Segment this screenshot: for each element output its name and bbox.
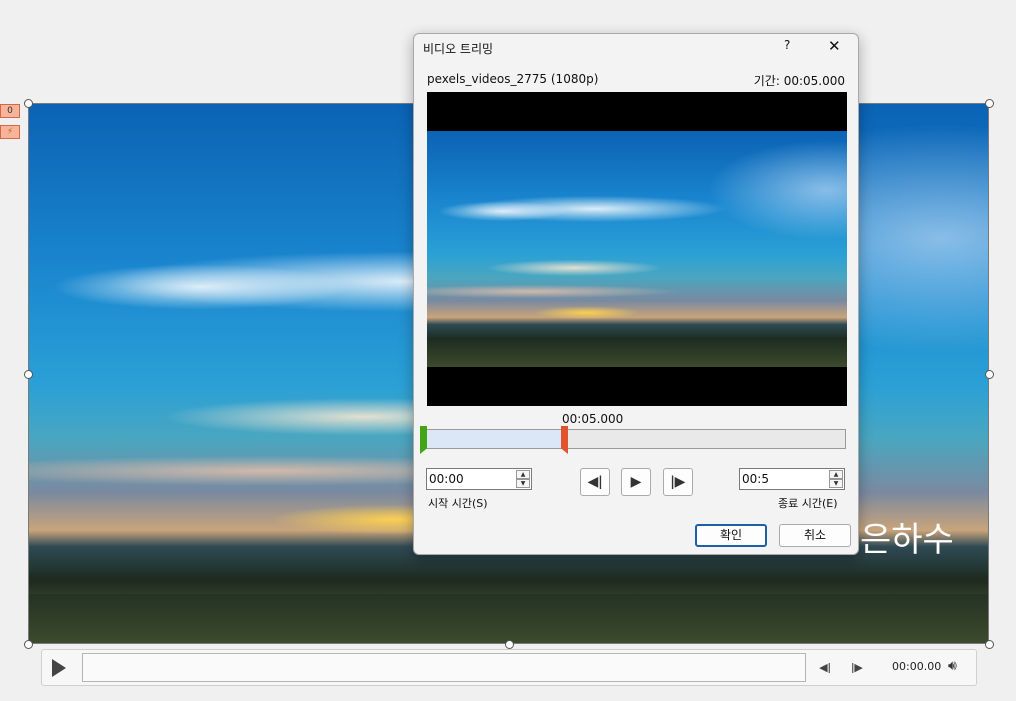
start-time-label: 시작 시간(S) xyxy=(428,497,488,510)
start-time-input[interactable] xyxy=(429,470,513,488)
cancel-button[interactable]: 취소 xyxy=(779,524,851,547)
resize-handle-top-left[interactable] xyxy=(24,99,33,108)
media-player-bar: ◀ǀ ǀ▶ 00:00.00 🔊︎ xyxy=(41,649,977,686)
preview-frame xyxy=(427,131,847,367)
resize-handle-bottom-right[interactable] xyxy=(985,640,994,649)
resize-handle-middle-right[interactable] xyxy=(985,370,994,379)
trigger-tag[interactable]: ⚡ xyxy=(0,125,20,139)
end-time-spin[interactable]: ▲ ▼ xyxy=(829,470,843,488)
slide-overlay-text: 은하수 xyxy=(860,520,954,560)
media-progress-track[interactable] xyxy=(82,653,806,682)
scrub-time: 00:05.000 xyxy=(562,412,624,426)
horizon-treeline xyxy=(28,572,989,594)
start-marker-handle[interactable] xyxy=(420,426,427,454)
start-time-stepper[interactable]: ▲ ▼ xyxy=(426,468,532,490)
player-time: 00:00.00 xyxy=(892,660,942,673)
next-frame-button[interactable]: ǀ▶ xyxy=(663,468,693,496)
video-trim-dialog: 비디오 트리밍 ? ✕ pexels_videos_2775 (1080p) 기… xyxy=(413,33,859,555)
resize-handle-top-right[interactable] xyxy=(985,99,994,108)
step-back-icon[interactable]: ◀ǀ xyxy=(816,659,834,677)
play-button[interactable]: ▶ xyxy=(621,468,651,496)
resize-handle-bottom-left[interactable] xyxy=(24,640,33,649)
spin-down-icon[interactable]: ▼ xyxy=(516,479,530,488)
spin-up-icon[interactable]: ▲ xyxy=(516,470,530,479)
end-time-label: 종료 시간(E) xyxy=(778,497,838,510)
spin-up-icon[interactable]: ▲ xyxy=(829,470,843,479)
resize-handle-bottom-center[interactable] xyxy=(505,640,514,649)
end-marker-handle[interactable] xyxy=(561,426,568,454)
step-forward-icon[interactable]: ǀ▶ xyxy=(848,659,866,677)
close-icon[interactable]: ✕ xyxy=(828,37,844,55)
ok-button[interactable]: 확인 xyxy=(695,524,767,547)
previous-frame-button[interactable]: ◀ǀ xyxy=(580,468,610,496)
trim-timeline[interactable] xyxy=(422,429,846,449)
play-icon[interactable] xyxy=(52,659,66,677)
duration-label: 기간: 00:05.000 xyxy=(753,74,845,88)
file-name: pexels_videos_2775 (1080p) xyxy=(427,72,599,86)
animation-order-tag[interactable]: 0 xyxy=(0,104,20,118)
end-time-input[interactable] xyxy=(742,470,826,488)
resize-handle-middle-left[interactable] xyxy=(24,370,33,379)
volume-icon[interactable]: 🔊︎ xyxy=(948,658,957,674)
trim-selection xyxy=(423,430,563,448)
video-preview xyxy=(427,92,847,406)
spin-down-icon[interactable]: ▼ xyxy=(829,479,843,488)
dialog-title: 비디오 트리밍 xyxy=(423,42,494,56)
end-time-stepper[interactable]: ▲ ▼ xyxy=(739,468,845,490)
help-button[interactable]: ? xyxy=(784,38,800,52)
start-time-spin[interactable]: ▲ ▼ xyxy=(516,470,530,488)
